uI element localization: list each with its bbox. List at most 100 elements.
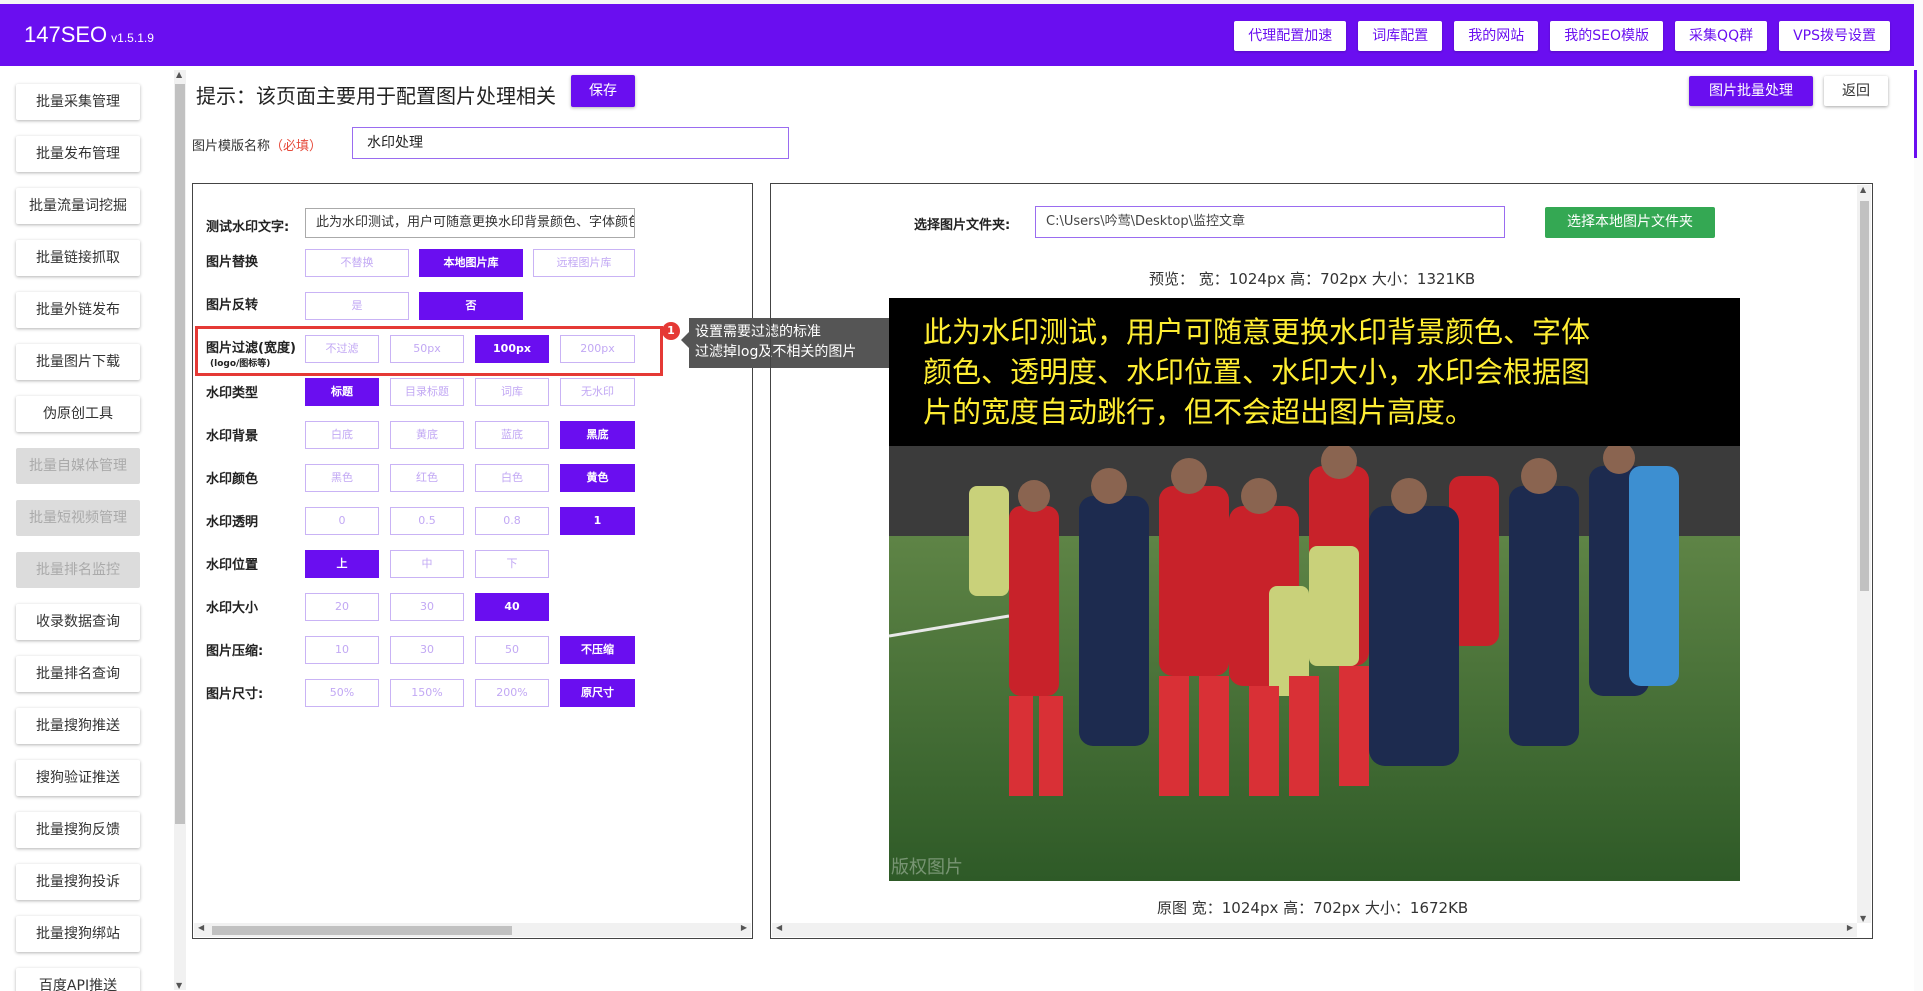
option-bg-yellow[interactable]: 黄底 [390,421,464,449]
page-tip: 提示：该页面主要用于配置图片处理相关 [196,84,556,108]
scroll-right-arrow-icon[interactable]: ▶ [741,923,747,932]
sidebar-scroll-thumb[interactable] [175,84,185,824]
preview-horizontal-scrollbar[interactable]: ◀ ▶ [772,923,1857,937]
test-watermark-input[interactable]: 此为水印测试，用户可随意更换水印背景颜色、字体颜色、透明度、水印位置、水印大小，… [305,208,635,238]
template-name-input[interactable]: 水印处理 [352,127,789,159]
option-size-30[interactable]: 30 [390,593,464,621]
sidebar-item-sogou-verify-push[interactable]: 搜狗验证推送 [16,760,140,796]
option-type-dir-title[interactable]: 目录标题 [390,378,464,406]
option-remote-library[interactable]: 远程图片库 [533,249,635,277]
option-position-middle[interactable]: 中 [390,550,464,578]
option-position-top[interactable]: 上 [305,550,379,578]
template-name-label: 图片模版名称（必填） [192,135,322,154]
nav-vps-dialup[interactable]: VPS拨号设置 [1779,21,1890,51]
option-type-title[interactable]: 标题 [305,378,379,406]
option-color-white[interactable]: 白色 [475,464,549,492]
sidebar-item-baidu-api-push[interactable]: 百度API推送 [16,968,140,991]
scroll-down-arrow-icon[interactable]: ▼ [176,981,182,990]
nav-wordlib-config[interactable]: 词库配置 [1358,21,1443,51]
nav-qq-group[interactable]: 采集QQ群 [1675,21,1768,51]
option-filter-50[interactable]: 50px [390,335,464,363]
sidebar-item-image-download[interactable]: 批量图片下载 [16,344,140,380]
sidebar-item-sogou-feedback[interactable]: 批量搜狗反馈 [16,812,140,848]
template-name-label-text: 图片模版名称 [192,139,271,154]
batch-image-process-button[interactable]: 图片批量处理 [1689,76,1813,106]
option-position-bottom[interactable]: 下 [475,550,549,578]
option-no-replace[interactable]: 不替换 [305,249,409,277]
scroll-left-arrow-icon[interactable]: ◀ [776,923,782,932]
sidebar-item-external-links[interactable]: 批量外链发布 [16,292,140,328]
scroll-down-arrow-icon[interactable]: ▼ [1860,914,1866,923]
option-bg-black[interactable]: 黑底 [560,421,635,449]
settings-horizontal-scrollbar[interactable]: ◀ ▶ [194,923,751,937]
option-compress-none[interactable]: 不压缩 [560,636,635,664]
option-opacity-0[interactable]: 0 [305,507,379,535]
sidebar-scrollbar[interactable]: ▲ ▼ [174,70,186,990]
back-button[interactable]: 返回 [1824,76,1888,106]
option-color-red[interactable]: 红色 [390,464,464,492]
option-local-library[interactable]: 本地图片库 [419,249,523,277]
sidebar-item-pseudo-original[interactable]: 伪原创工具 [16,396,140,432]
sidebar-item-link-crawl[interactable]: 批量链接抓取 [16,240,140,276]
option-compress-50[interactable]: 50 [475,636,549,664]
image-compress-label: 图片压缩: [206,644,264,659]
choose-folder-button[interactable]: 选择本地图片文件夹 [1545,207,1715,238]
sidebar-item-traffic-words[interactable]: 批量流量词挖掘 [16,188,140,224]
folder-path-input[interactable]: C:\Users\吟莺\Desktop\监控文章 [1035,206,1505,238]
sidebar-item-sogou-push[interactable]: 批量搜狗推送 [16,708,140,744]
edge-marker [1914,70,1917,158]
option-type-none[interactable]: 无水印 [560,378,635,406]
option-filter-100[interactable]: 100px [475,335,549,363]
sidebar-item-index-query[interactable]: 收录数据查询 [16,604,140,640]
watermark-type-label: 水印类型 [206,386,259,401]
option-bg-blue[interactable]: 蓝底 [475,421,549,449]
option-opacity-0-8[interactable]: 0.8 [475,507,549,535]
folder-label: 选择图片文件夹: [914,218,1011,233]
sidebar-item-batch-publish[interactable]: 批量发布管理 [16,136,140,172]
watermark-line-3: 片的宽度自动跳行，但不会超出图片高度。 [923,395,1475,429]
scroll-right-arrow-icon[interactable]: ▶ [1847,923,1853,932]
option-compress-10[interactable]: 10 [305,636,379,664]
option-color-yellow[interactable]: 黄色 [560,464,635,492]
option-flip-no[interactable]: 否 [419,292,523,320]
top-bar: 147SEO v1.5.1.9 代理配置加速 词库配置 我的网站 我的SEO模版 … [0,4,1914,66]
option-size-20[interactable]: 20 [305,593,379,621]
option-scale-original[interactable]: 原尺寸 [560,679,635,707]
settings-scroll-thumb[interactable] [212,926,512,935]
option-color-black[interactable]: 黑色 [305,464,379,492]
option-compress-30[interactable]: 30 [390,636,464,664]
option-size-40[interactable]: 40 [475,593,549,621]
nav-my-seo-templates[interactable]: 我的SEO模版 [1550,21,1664,51]
option-opacity-0-5[interactable]: 0.5 [390,507,464,535]
preview-image: 此为水印测试，用户可随意更换水印背景颜色、字体 颜色、透明度、水印位置、水印大小… [889,298,1740,881]
option-bg-white[interactable]: 白底 [305,421,379,449]
watermark-bg-label: 水印背景 [206,429,259,444]
top-nav: 代理配置加速 词库配置 我的网站 我的SEO模版 采集QQ群 VPS拨号设置 [1234,21,1890,51]
option-flip-yes[interactable]: 是 [305,292,409,320]
option-scale-200[interactable]: 200% [475,679,549,707]
app-logo: 147SEO v1.5.1.9 [24,22,154,48]
sidebar-item-sogou-complaint[interactable]: 批量搜狗投诉 [16,864,140,900]
preview-vertical-scrollbar[interactable]: ▲ ▼ [1857,185,1871,923]
nav-my-sites[interactable]: 我的网站 [1454,21,1539,51]
save-button[interactable]: 保存 [571,75,635,107]
option-type-wordlib[interactable]: 词库 [475,378,549,406]
nav-proxy-config[interactable]: 代理配置加速 [1234,21,1347,51]
scroll-left-arrow-icon[interactable]: ◀ [198,923,204,932]
option-scale-50[interactable]: 50% [305,679,379,707]
option-filter-none[interactable]: 不过滤 [305,335,379,363]
sidebar-item-sogou-bind[interactable]: 批量搜狗绑站 [16,916,140,952]
option-opacity-1[interactable]: 1 [560,507,635,535]
sidebar-item-rank-query[interactable]: 批量排名查询 [16,656,140,692]
preview-scroll-thumb[interactable] [1860,201,1869,591]
image-size-label: 图片尺寸: [206,687,264,702]
option-filter-200[interactable]: 200px [560,335,635,363]
preview-panel: 选择图片文件夹: C:\Users\吟莺\Desktop\监控文章 选择本地图片… [770,183,1873,939]
scroll-up-arrow-icon[interactable]: ▲ [176,70,182,79]
image-filter-label: 图片过滤(宽度) [206,341,296,356]
settings-panel: 测试水印文字: 此为水印测试，用户可随意更换水印背景颜色、字体颜色、透明度、水印… [192,183,753,939]
preview-info: 预览： 宽：1024px 高：702px 大小：1321KB [1149,270,1476,288]
scroll-up-arrow-icon[interactable]: ▲ [1860,185,1866,194]
option-scale-150[interactable]: 150% [390,679,464,707]
sidebar-item-batch-collect[interactable]: 批量采集管理 [16,84,140,120]
